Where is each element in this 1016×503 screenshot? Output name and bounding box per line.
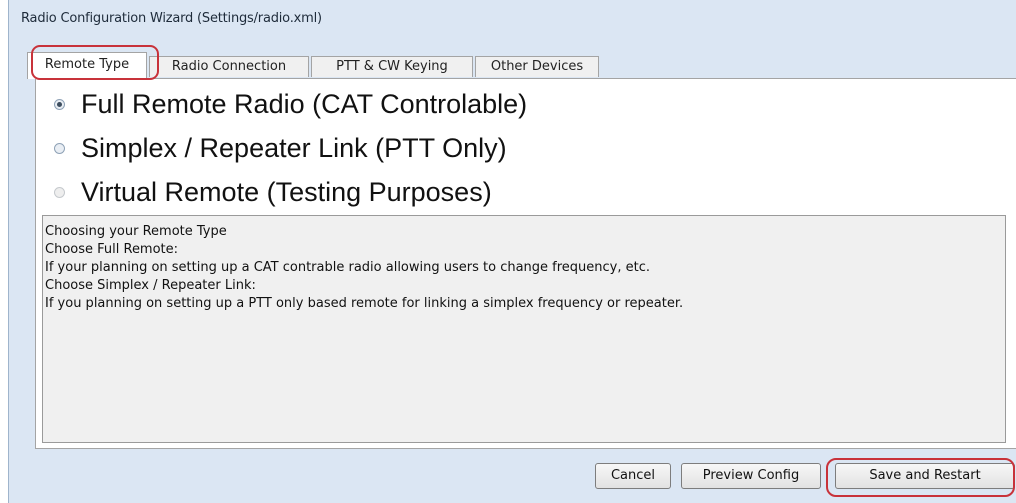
radio-button-checked-icon[interactable] <box>54 99 65 110</box>
radio-label: Full Remote Radio (CAT Controlable) <box>81 89 528 119</box>
tab-remote-type[interactable]: Remote Type <box>27 52 147 79</box>
radio-option-full-remote[interactable]: Full Remote Radio (CAT Controlable) <box>54 89 527 120</box>
cancel-button[interactable]: Cancel <box>595 463 671 489</box>
radio-option-virtual-remote[interactable]: Virtual Remote (Testing Purposes) <box>54 177 492 208</box>
description-line: Choose Full Remote: <box>45 242 179 257</box>
radio-label: Virtual Remote (Testing Purposes) <box>81 177 492 207</box>
radio-option-simplex-repeater[interactable]: Simplex / Repeater Link (PTT Only) <box>54 133 507 164</box>
save-and-restart-button[interactable]: Save and Restart <box>835 463 1015 489</box>
tab-ptt-cw-keying[interactable]: PTT & CW Keying <box>311 56 473 77</box>
window-title: Radio Configuration Wizard (Settings/rad… <box>21 11 322 26</box>
radio-button-icon[interactable] <box>54 143 65 154</box>
radio-label: Simplex / Repeater Link (PTT Only) <box>81 133 507 163</box>
description-line: If your planning on setting up a CAT con… <box>45 260 651 275</box>
remote-type-panel: Full Remote Radio (CAT Controlable) Simp… <box>35 78 1016 449</box>
description-line: Choose Simplex / Repeater Link: <box>45 278 256 293</box>
description-line: If you planning on setting up a PTT only… <box>45 296 684 311</box>
preview-config-button[interactable]: Preview Config <box>681 463 821 489</box>
radio-button-icon[interactable] <box>54 187 65 198</box>
description-textbox[interactable]: Choosing your Remote Type Choose Full Re… <box>42 215 1006 443</box>
description-line: Choosing your Remote Type <box>45 224 227 239</box>
wizard-window: Radio Configuration Wizard (Settings/rad… <box>8 0 1016 503</box>
tab-other-devices[interactable]: Other Devices <box>475 56 599 77</box>
tab-radio-connection[interactable]: Radio Connection <box>149 56 309 77</box>
